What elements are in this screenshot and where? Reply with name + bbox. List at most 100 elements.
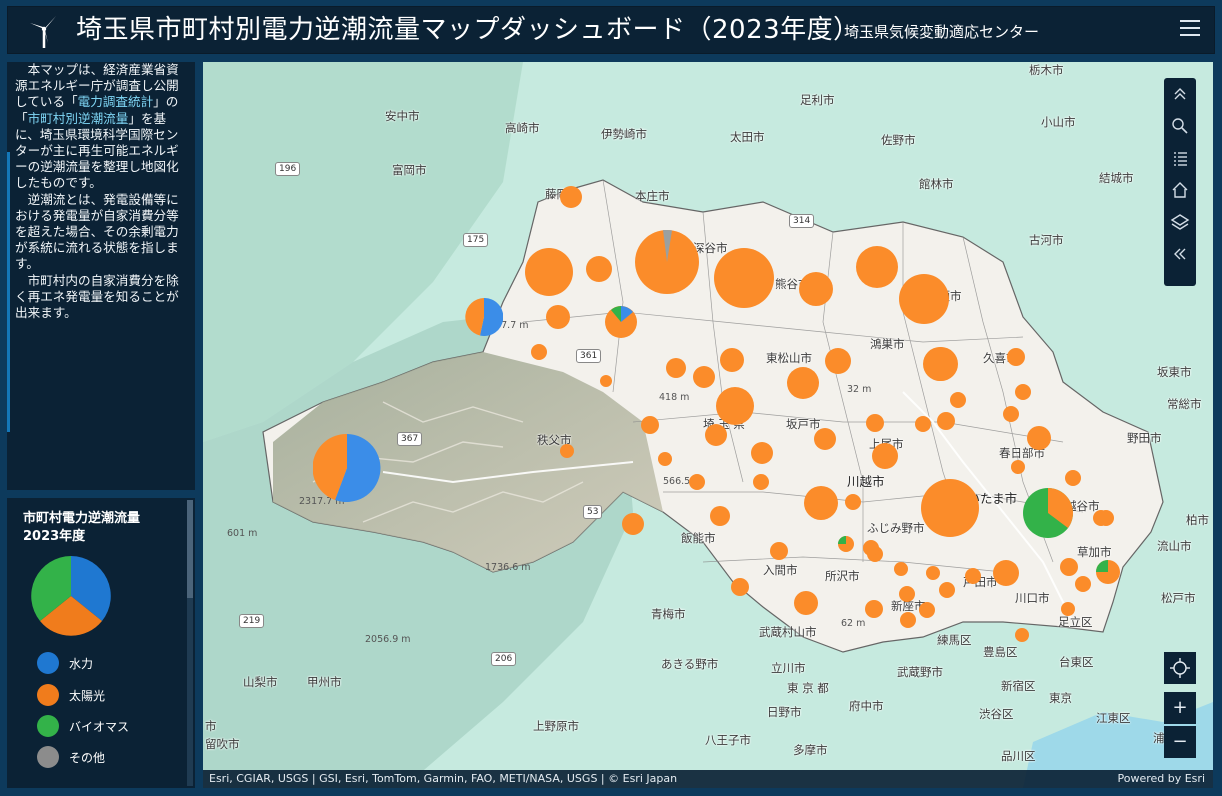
municipality-bubble[interactable] — [937, 412, 955, 430]
municipality-bubble[interactable] — [950, 392, 966, 408]
map-label: 留吹市 — [205, 737, 240, 751]
municipality-bubble[interactable] — [705, 424, 727, 446]
municipality-bubble[interactable] — [1093, 510, 1109, 526]
map-label: 新宿区 — [1001, 679, 1036, 693]
municipality-bubble[interactable] — [899, 586, 915, 602]
link-electricity-statistics[interactable]: 電力調査統計 — [78, 94, 154, 109]
legend-scrollbar[interactable] — [187, 500, 193, 786]
map-label: 本庄市 — [635, 189, 670, 203]
map-label: 甲州市 — [307, 675, 342, 689]
municipality-bubble[interactable] — [926, 566, 940, 580]
home-icon[interactable] — [1168, 178, 1192, 202]
map-label: 鴻巣市 — [870, 337, 905, 351]
map-label: 足立区 — [1058, 615, 1093, 629]
map-label: 坂戸市 — [786, 417, 821, 431]
zoom-in-button[interactable]: + — [1164, 692, 1196, 724]
municipality-bubble[interactable] — [1061, 602, 1075, 616]
municipality-bubble[interactable] — [525, 248, 573, 296]
municipality-bubble[interactable] — [900, 612, 916, 628]
municipality-bubble[interactable] — [894, 562, 908, 576]
road-shield: 219 — [239, 614, 265, 628]
municipality-bubble[interactable] — [586, 256, 612, 282]
municipality-bubble[interactable] — [794, 591, 818, 615]
list-icon[interactable] — [1168, 146, 1192, 170]
municipality-pie-koshigaya[interactable] — [1023, 488, 1073, 538]
municipality-bubble[interactable] — [716, 387, 754, 425]
collapse-up-icon[interactable] — [1168, 82, 1192, 106]
municipality-bubble[interactable] — [1015, 628, 1029, 642]
municipality-bubble[interactable] — [693, 366, 715, 388]
map-view[interactable]: 栃木市 高崎市 伊勢崎市 太田市 足利市 佐野市 小山市 安中市 富岡市 藤岡市… — [203, 62, 1213, 788]
municipality-pie-kamikawa[interactable] — [465, 298, 503, 336]
municipality-bubble[interactable] — [825, 348, 851, 374]
municipality-bubble[interactable] — [666, 358, 686, 378]
municipality-bubble[interactable] — [1065, 470, 1081, 486]
municipality-bubble[interactable] — [751, 442, 773, 464]
scrollbar-thumb[interactable] — [187, 500, 193, 598]
municipality-pie-fukaya[interactable] — [635, 230, 699, 294]
municipality-bubble[interactable] — [689, 474, 705, 490]
municipality-bubble[interactable] — [856, 246, 898, 288]
map-label: 常総市 — [1167, 397, 1202, 411]
description-paragraph-1: 本マップは、経済産業省資源エネルギー庁が調査し公開している「電力調査統計」の「市… — [7, 62, 195, 192]
municipality-pie-chichibu[interactable] — [313, 434, 381, 502]
map-label: 結城市 — [1099, 171, 1134, 185]
municipality-bubble[interactable] — [658, 452, 672, 466]
municipality-bubble[interactable] — [814, 428, 836, 450]
municipality-bubble[interactable] — [531, 344, 547, 360]
municipality-bubble[interactable] — [731, 578, 749, 596]
municipality-bubble[interactable] — [845, 494, 861, 510]
locate-button[interactable] — [1164, 652, 1196, 684]
municipality-bubble[interactable] — [1003, 406, 1019, 422]
municipality-bubble[interactable] — [804, 486, 838, 520]
municipality-bubble[interactable] — [1007, 348, 1025, 366]
map-label: 伊勢崎市 — [601, 127, 647, 141]
map-label: 館林市 — [919, 177, 954, 191]
municipality-bubble[interactable] — [600, 375, 612, 387]
municipality-bubble[interactable] — [714, 248, 774, 308]
municipality-bubble[interactable] — [915, 416, 931, 432]
municipality-bubble[interactable] — [939, 582, 955, 598]
municipality-bubble[interactable] — [753, 474, 769, 490]
municipality-bubble[interactable] — [560, 444, 574, 458]
panel-accent-bar — [7, 152, 10, 432]
municipality-bubble[interactable] — [965, 568, 981, 584]
municipality-bubble[interactable] — [720, 348, 744, 372]
municipality-bubble[interactable] — [921, 479, 979, 537]
municipality-pie-ogawa[interactable] — [605, 306, 637, 338]
municipality-bubble[interactable] — [863, 540, 879, 556]
municipality-bubble[interactable] — [919, 602, 935, 618]
municipality-bubble[interactable] — [865, 600, 883, 618]
municipality-bubble[interactable] — [1011, 460, 1025, 474]
municipality-bubble[interactable] — [1075, 576, 1091, 592]
municipality-bubble[interactable] — [1060, 558, 1078, 576]
link-municipal-reverse-flow[interactable]: 市町村別逆潮流量 — [28, 111, 129, 126]
municipality-bubble[interactable] — [1027, 426, 1051, 450]
municipality-bubble[interactable] — [560, 186, 582, 208]
municipality-bubble[interactable] — [872, 443, 898, 469]
municipality-bubble[interactable] — [546, 305, 570, 329]
legend-swatch — [37, 715, 59, 737]
map-label: 八王子市 — [705, 733, 751, 747]
municipality-bubble[interactable] — [787, 367, 819, 399]
municipality-pie-small[interactable] — [838, 536, 854, 552]
municipality-bubble[interactable] — [923, 347, 957, 381]
municipality-bubble[interactable] — [641, 416, 659, 434]
zoom-out-button[interactable]: − — [1164, 726, 1196, 758]
municipality-bubble[interactable] — [1015, 384, 1031, 400]
map-label: 古河市 — [1029, 233, 1064, 247]
municipality-pie-soka[interactable] — [1096, 560, 1120, 584]
hamburger-menu-icon[interactable] — [1180, 20, 1200, 38]
powered-by-esri[interactable]: Powered by Esri — [1117, 770, 1205, 788]
collapse-left-icon[interactable] — [1168, 242, 1192, 266]
municipality-bubble[interactable] — [710, 506, 730, 526]
layers-icon[interactable] — [1168, 210, 1192, 234]
municipality-bubble[interactable] — [866, 414, 884, 432]
municipality-bubble[interactable] — [622, 513, 644, 535]
municipality-bubble[interactable] — [799, 272, 833, 306]
municipality-bubble[interactable] — [770, 542, 788, 560]
municipality-bubble[interactable] — [899, 274, 949, 324]
search-icon[interactable] — [1168, 114, 1192, 138]
municipality-bubble[interactable] — [993, 560, 1019, 586]
map-label: 太田市 — [730, 130, 765, 144]
